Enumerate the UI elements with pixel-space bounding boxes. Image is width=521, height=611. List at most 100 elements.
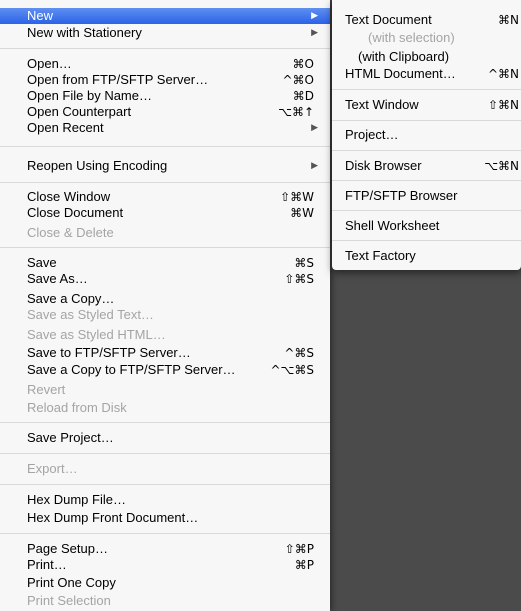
- menu-item-label: Save a Copy to FTP/SFTP Server…: [27, 362, 236, 377]
- menu-item-label: Save as Styled HTML…: [27, 327, 166, 342]
- menu-item-open-recent[interactable]: Open Recent ▶: [0, 120, 330, 136]
- menu-separator: [332, 180, 521, 181]
- menu-item-revert: Revert: [0, 382, 330, 398]
- menu-separator: [332, 210, 521, 211]
- menu-separator: [0, 146, 330, 147]
- menu-item-label: Hex Dump File…: [27, 492, 126, 507]
- menu-item-label: Text Window: [345, 97, 419, 112]
- menu-item-open-file-by-name[interactable]: Open File by Name… ⌘D: [0, 88, 330, 104]
- menu-item-label: HTML Document…: [345, 66, 456, 81]
- menu-item-label: Save as Styled Text…: [27, 307, 154, 322]
- menu-item-label: Save Project…: [27, 430, 114, 445]
- menu-item-label: Print…: [27, 557, 67, 572]
- menu-item-hex-dump-front-document[interactable]: Hex Dump Front Document…: [0, 510, 330, 526]
- menu-item-shortcut: ⌘S: [294, 256, 314, 270]
- submenu-arrow-icon: ▶: [311, 11, 318, 21]
- menu-item-hex-dump-file[interactable]: Hex Dump File…: [0, 492, 330, 508]
- menu-item-label: Print Selection: [27, 593, 111, 608]
- menu-separator: [332, 150, 521, 151]
- menu-item-shortcut: ⌘N: [498, 13, 519, 27]
- menu-separator: [0, 48, 330, 49]
- menu-item-open-counterpart[interactable]: Open Counterpart ⌥⌘↑: [0, 104, 330, 120]
- menu-item-print-one-copy[interactable]: Print One Copy: [0, 575, 330, 591]
- menu-item-save-copy-to-ftp[interactable]: Save a Copy to FTP/SFTP Server… ^⌥⌘S: [0, 362, 330, 378]
- submenu-item-disk-browser[interactable]: Disk Browser ⌥⌘N: [332, 158, 521, 174]
- menu-item-label: Disk Browser: [345, 158, 422, 173]
- submenu-item-text-document[interactable]: Text Document ⌘N: [332, 12, 521, 28]
- submenu-item-ftp-sftp-browser[interactable]: FTP/SFTP Browser: [332, 188, 521, 204]
- submenu-item-html-document[interactable]: HTML Document… ^⌘N: [332, 66, 521, 82]
- menu-item-label: Close Window: [27, 189, 111, 204]
- menu-item-save-a-copy[interactable]: Save a Copy…: [0, 291, 330, 307]
- menu-item-open[interactable]: Open… ⌘O: [0, 56, 330, 72]
- menu-item-label: Save: [27, 255, 57, 270]
- submenu-arrow-icon: ▶: [311, 28, 318, 38]
- menu-item-label: New with Stationery: [27, 25, 142, 40]
- menu-item-label: Export…: [27, 461, 78, 476]
- menu-item-label: Page Setup…: [27, 541, 108, 556]
- menu-separator: [0, 182, 330, 183]
- submenu-item-text-factory[interactable]: Text Factory: [332, 248, 521, 264]
- menu-item-save[interactable]: Save ⌘S: [0, 255, 330, 271]
- menu-item-label: Reload from Disk: [27, 400, 127, 415]
- menu-item-shortcut: ⌘O: [292, 57, 314, 71]
- desktop-background: New ▶ New with Stationery ▶ Open… ⌘O Ope…: [0, 0, 521, 611]
- menu-item-shortcut: ⇧⌘W: [280, 190, 314, 204]
- menu-item-shortcut: ⌘D: [292, 89, 314, 103]
- menu-separator: [0, 247, 330, 248]
- menu-item-label: Save As…: [27, 271, 88, 286]
- menu-item-shortcut: ⇧⌘S: [284, 272, 314, 286]
- menu-item-label: New: [27, 8, 54, 23]
- submenu-item-text-window[interactable]: Text Window ⇧⌘N: [332, 97, 521, 113]
- menu-item-shortcut: ^⌘O: [282, 73, 315, 87]
- menu-item-print[interactable]: Print… ⌘P: [0, 557, 330, 573]
- menu-item-save-as[interactable]: Save As… ⇧⌘S: [0, 271, 330, 287]
- menu-item-save-project[interactable]: Save Project…: [0, 430, 330, 446]
- submenu-item-with-clipboard[interactable]: (with Clipboard): [332, 49, 521, 65]
- menu-item-label: Save to FTP/SFTP Server…: [27, 345, 191, 360]
- menu-item-label: Hex Dump Front Document…: [27, 510, 199, 525]
- submenu-item-shell-worksheet[interactable]: Shell Worksheet: [332, 218, 521, 234]
- menu-item-label: Open…: [27, 56, 72, 71]
- menu-separator: [332, 89, 521, 90]
- menu-item-new-with-stationery[interactable]: New with Stationery ▶: [0, 25, 330, 41]
- menu-item-label: Open Counterpart: [27, 104, 132, 119]
- menu-item-label: Project…: [345, 127, 399, 142]
- menu-item-page-setup[interactable]: Page Setup… ⇧⌘P: [0, 541, 330, 557]
- menu-item-reopen-using-encoding[interactable]: Reopen Using Encoding ▶: [0, 158, 330, 174]
- menu-item-label: Open Recent: [27, 120, 104, 135]
- submenu-arrow-icon: ▶: [311, 123, 318, 133]
- menu-item-shortcut: ⇧⌘N: [487, 98, 519, 112]
- menu-separator: [0, 533, 330, 534]
- menu-item-open-from-ftp[interactable]: Open from FTP/SFTP Server… ^⌘O: [0, 72, 330, 88]
- menu-item-shortcut: ⌘P: [294, 558, 314, 572]
- menu-item-label: (with selection): [368, 30, 455, 45]
- menu-separator: [332, 120, 521, 121]
- menu-item-close-document[interactable]: Close Document ⌘W: [0, 205, 330, 221]
- menu-item-save-to-ftp[interactable]: Save to FTP/SFTP Server… ^⌘S: [0, 345, 330, 361]
- menu-separator: [0, 453, 330, 454]
- menu-separator: [0, 422, 330, 423]
- menu-item-export: Export…: [0, 461, 330, 477]
- menu-item-reload-from-disk: Reload from Disk: [0, 400, 330, 416]
- menu-item-save-as-styled-html: Save as Styled HTML…: [0, 327, 330, 343]
- menu-item-label: Text Document: [345, 12, 432, 27]
- submenu-item-project[interactable]: Project…: [332, 127, 521, 143]
- new-submenu: Text Document ⌘N (with selection) (with …: [332, 0, 521, 270]
- submenu-item-with-selection: (with selection): [332, 30, 521, 46]
- menu-item-shortcut: ^⌘N: [487, 67, 519, 81]
- menu-item-new[interactable]: New ▶: [0, 8, 330, 24]
- menu-item-shortcut: ⇧⌘P: [284, 542, 314, 556]
- menu-item-label: Save a Copy…: [27, 291, 115, 306]
- menu-item-shortcut: ⌥⌘N: [484, 159, 519, 173]
- menu-item-label: Reopen Using Encoding: [27, 158, 168, 173]
- menu-item-shortcut: ⌥⌘↑: [278, 105, 314, 119]
- menu-separator: [0, 484, 330, 485]
- menu-item-label: Open from FTP/SFTP Server…: [27, 72, 209, 87]
- menu-item-label: Close Document: [27, 205, 124, 220]
- menu-item-label: Text Factory: [345, 248, 416, 263]
- menu-item-label: Shell Worksheet: [345, 218, 440, 233]
- menu-item-close-window[interactable]: Close Window ⇧⌘W: [0, 189, 330, 205]
- menu-item-shortcut: ^⌥⌘S: [270, 363, 315, 377]
- menu-item-print-selection: Print Selection: [0, 593, 330, 609]
